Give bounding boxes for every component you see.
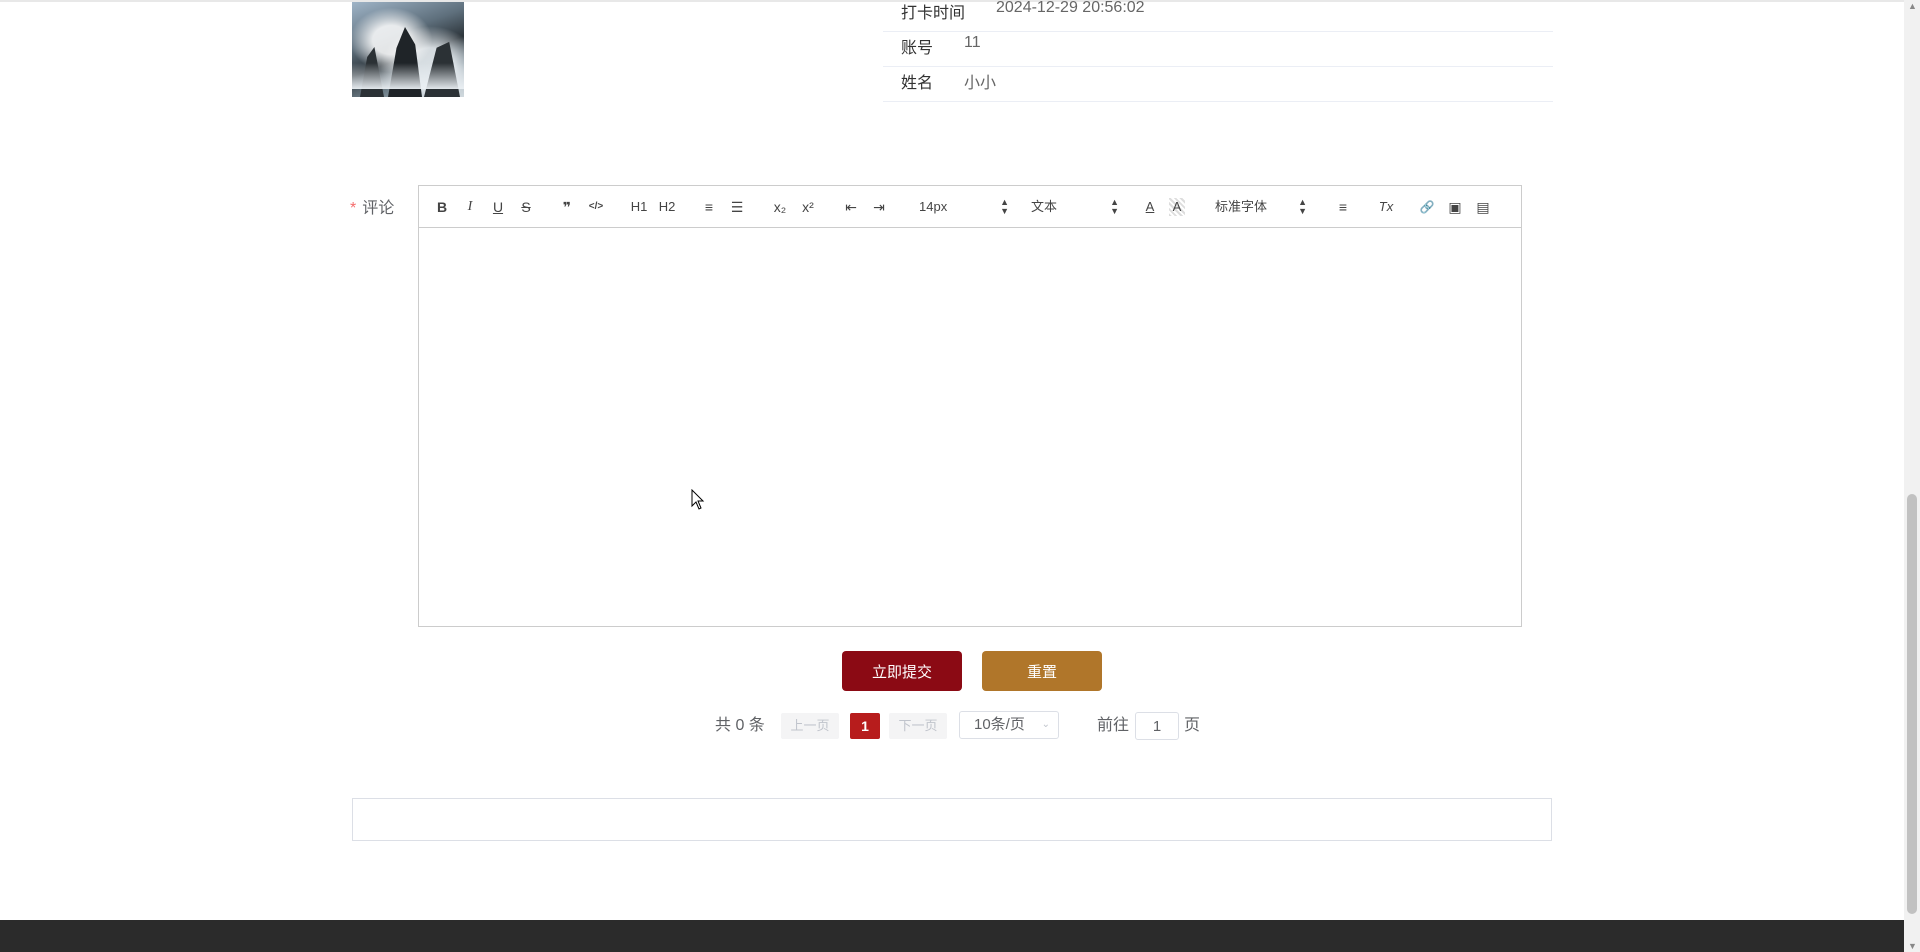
editor-toolbar: B I U S ❞ </> H1 H2 ≡ ☰ x₂ x² ⇤ ⇥ 14px ▲… [419, 186, 1521, 228]
page-scrollbar[interactable]: ▲ ▼ [1904, 0, 1920, 952]
prev-page-button[interactable]: 上一页 [781, 713, 839, 739]
next-page-button[interactable]: 下一页 [889, 713, 947, 739]
required-mark: * [350, 200, 357, 217]
font-family-picker[interactable]: 标准字体 ▲ ▼ [1215, 198, 1307, 216]
editor-content-area[interactable] [419, 228, 1521, 626]
h1-icon: H1 [630, 199, 648, 214]
font-size-picker[interactable]: 14px ▲ ▼ [919, 198, 1009, 216]
mouse-cursor-icon [691, 489, 705, 510]
page-size-value: 10条/页 [974, 716, 1025, 733]
link-button[interactable]: 🔗 [1419, 198, 1435, 216]
indent-icon: ⇥ [873, 199, 885, 215]
outdent-button[interactable]: ⇤ [843, 198, 859, 216]
bold-button[interactable]: B [435, 198, 449, 216]
comment-label-text: 评论 [362, 200, 395, 217]
checkin-photo [352, 2, 464, 97]
text-color-button[interactable]: A [1143, 198, 1157, 216]
info-value: 小小 [964, 75, 997, 92]
scroll-down-icon[interactable]: ▼ [1908, 942, 1917, 951]
italic-button[interactable]: I [463, 198, 477, 216]
header-1-button[interactable]: H1 [629, 198, 649, 216]
align-button[interactable]: ≡ [1335, 198, 1351, 216]
submit-button[interactable]: 立即提交 [842, 651, 962, 691]
clear-format-button[interactable]: Tx [1377, 198, 1395, 216]
strike-icon: S [521, 199, 531, 215]
header-picker[interactable]: 文本 ▲ ▼ [1031, 198, 1119, 216]
comment-list-box [352, 798, 1552, 841]
scroll-thumb[interactable] [1907, 494, 1917, 914]
picker-arrows-icon: ▲ ▼ [1110, 197, 1119, 216]
superscript-icon: x² [802, 199, 814, 215]
image-icon: ▣ [1448, 199, 1462, 215]
page-number-current[interactable]: 1 [850, 713, 880, 739]
subscript-button[interactable]: x₂ [771, 198, 789, 216]
picker-arrows-icon: ▲ ▼ [1000, 197, 1009, 216]
font-size-value: 14px [919, 199, 948, 214]
info-value: 11 [964, 34, 981, 51]
bold-icon: B [436, 199, 448, 215]
indent-button[interactable]: ⇥ [871, 198, 887, 216]
info-label: 姓名 [901, 75, 934, 92]
bullet-list-button[interactable]: ☰ [729, 198, 745, 216]
mist-layer [352, 63, 464, 89]
page-size-select[interactable]: 10条/页 ⌄ [959, 711, 1059, 739]
header-value: 文本 [1031, 199, 1058, 214]
page-suffix: 页 [1184, 717, 1201, 734]
h2-icon: H2 [658, 199, 676, 214]
ordered-list-button[interactable]: ≡ [701, 198, 717, 216]
align-icon: ≡ [1338, 199, 1348, 215]
info-row-checkin-time: 打卡时间 2024-12-29 20:56:02 [883, 0, 1553, 32]
clear-format-icon: Tx [1378, 199, 1394, 214]
info-label: 账号 [901, 40, 934, 57]
comment-label: * 评论 [350, 194, 394, 218]
text-color-icon: A [1145, 199, 1155, 214]
info-label: 打卡时间 [901, 5, 966, 22]
bullet-list-icon: ☰ [730, 199, 744, 215]
underline-button[interactable]: U [491, 198, 505, 216]
blockquote-button[interactable]: ❞ [559, 198, 575, 216]
scroll-up-icon[interactable]: ▲ [1908, 2, 1917, 11]
strike-button[interactable]: S [519, 198, 533, 216]
video-button[interactable]: ▤ [1475, 198, 1491, 216]
chevron-down-icon: ⌄ [1041, 719, 1050, 730]
code-icon: </> [588, 201, 604, 212]
image-button[interactable]: ▣ [1447, 198, 1463, 216]
superscript-button[interactable]: x² [799, 198, 817, 216]
video-icon: ▤ [1476, 199, 1490, 215]
outdent-icon: ⇤ [845, 199, 857, 215]
code-block-button[interactable]: </> [587, 198, 605, 216]
reset-button[interactable]: 重置 [982, 651, 1102, 691]
link-icon: 🔗 [1419, 200, 1435, 214]
font-family-value: 标准字体 [1215, 199, 1268, 214]
header-2-button[interactable]: H2 [657, 198, 677, 216]
page-footer [0, 920, 1904, 952]
subscript-icon: x₂ [773, 199, 787, 215]
info-value: 2024-12-29 20:56:02 [996, 0, 1145, 16]
ordered-list-icon: ≡ [704, 199, 714, 215]
picker-arrows-icon: ▲ ▼ [1298, 197, 1307, 216]
italic-icon: I [467, 199, 473, 214]
info-row-account: 账号 11 [883, 31, 1553, 67]
underline-icon: U [492, 199, 504, 215]
background-color-icon: A [1172, 199, 1182, 214]
background-color-button[interactable]: A [1169, 198, 1185, 216]
pagination-total: 共 0 条 [715, 717, 765, 734]
goto-label: 前往 [1097, 717, 1130, 734]
goto-page-input[interactable] [1135, 712, 1179, 740]
info-row-name: 姓名 小小 [883, 66, 1553, 102]
comment-editor: B I U S ❞ </> H1 H2 ≡ ☰ x₂ x² ⇤ ⇥ 14px ▲… [418, 185, 1522, 627]
quote-icon: ❞ [562, 199, 572, 215]
